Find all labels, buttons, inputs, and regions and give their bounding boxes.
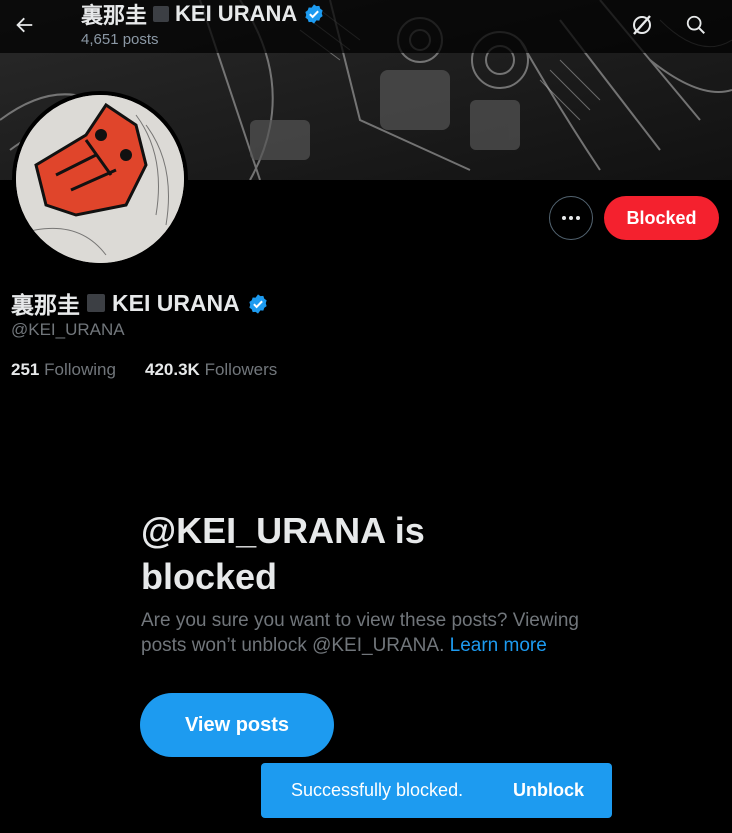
grok-button[interactable] (624, 7, 660, 43)
search-icon (686, 15, 705, 34)
square-glyph (153, 6, 170, 22)
post-count: 4,651 posts (81, 31, 159, 48)
search-button[interactable] (678, 7, 714, 43)
back-arrow-icon (16, 17, 33, 33)
followers-label: Followers (204, 360, 278, 379)
view-posts-button[interactable]: View posts (140, 693, 334, 757)
blocked-button[interactable]: Blocked (604, 196, 719, 240)
blocked-description: Are you sure you want to view these post… (141, 608, 601, 658)
top-bar: 裏那圭 KEI URANA 4,651 posts (0, 0, 732, 53)
followers-count: 420.3K (145, 360, 200, 379)
grok-icon (633, 15, 651, 35)
avatar-artwork (16, 95, 184, 263)
profile-name-kanji: 裏那圭 (11, 292, 80, 318)
profile-name: 裏那圭 KEI URANA (11, 286, 269, 320)
unblock-button[interactable]: Unblock (513, 780, 584, 801)
verified-badge-icon (303, 3, 325, 25)
profile-name-latin: KEI URANA (112, 289, 240, 316)
following-label: Following (44, 360, 116, 379)
followers-link[interactable]: 420.3K Followers (145, 360, 277, 380)
back-button[interactable] (6, 7, 42, 43)
toast-notification: Successfully blocked. Unblock (261, 763, 612, 818)
header-name-kanji: 裏那圭 (81, 3, 148, 28)
header-title: 裏那圭 KEI URANA (81, 0, 325, 30)
more-icon (562, 216, 580, 220)
following-count: 251 (11, 360, 40, 379)
square-glyph (87, 294, 105, 312)
blocked-title: @KEI_URANA is blocked (141, 510, 425, 597)
following-link[interactable]: 251 Following (11, 360, 116, 380)
avatar[interactable] (12, 91, 188, 267)
profile-handle: @KEI_URANA (11, 320, 125, 339)
header-name-latin: KEI URANA (175, 1, 298, 26)
toast-message: Successfully blocked. (291, 780, 464, 800)
more-options-button[interactable] (549, 196, 593, 240)
verified-badge-icon[interactable] (247, 292, 269, 314)
learn-more-link[interactable]: Learn more (450, 635, 547, 656)
